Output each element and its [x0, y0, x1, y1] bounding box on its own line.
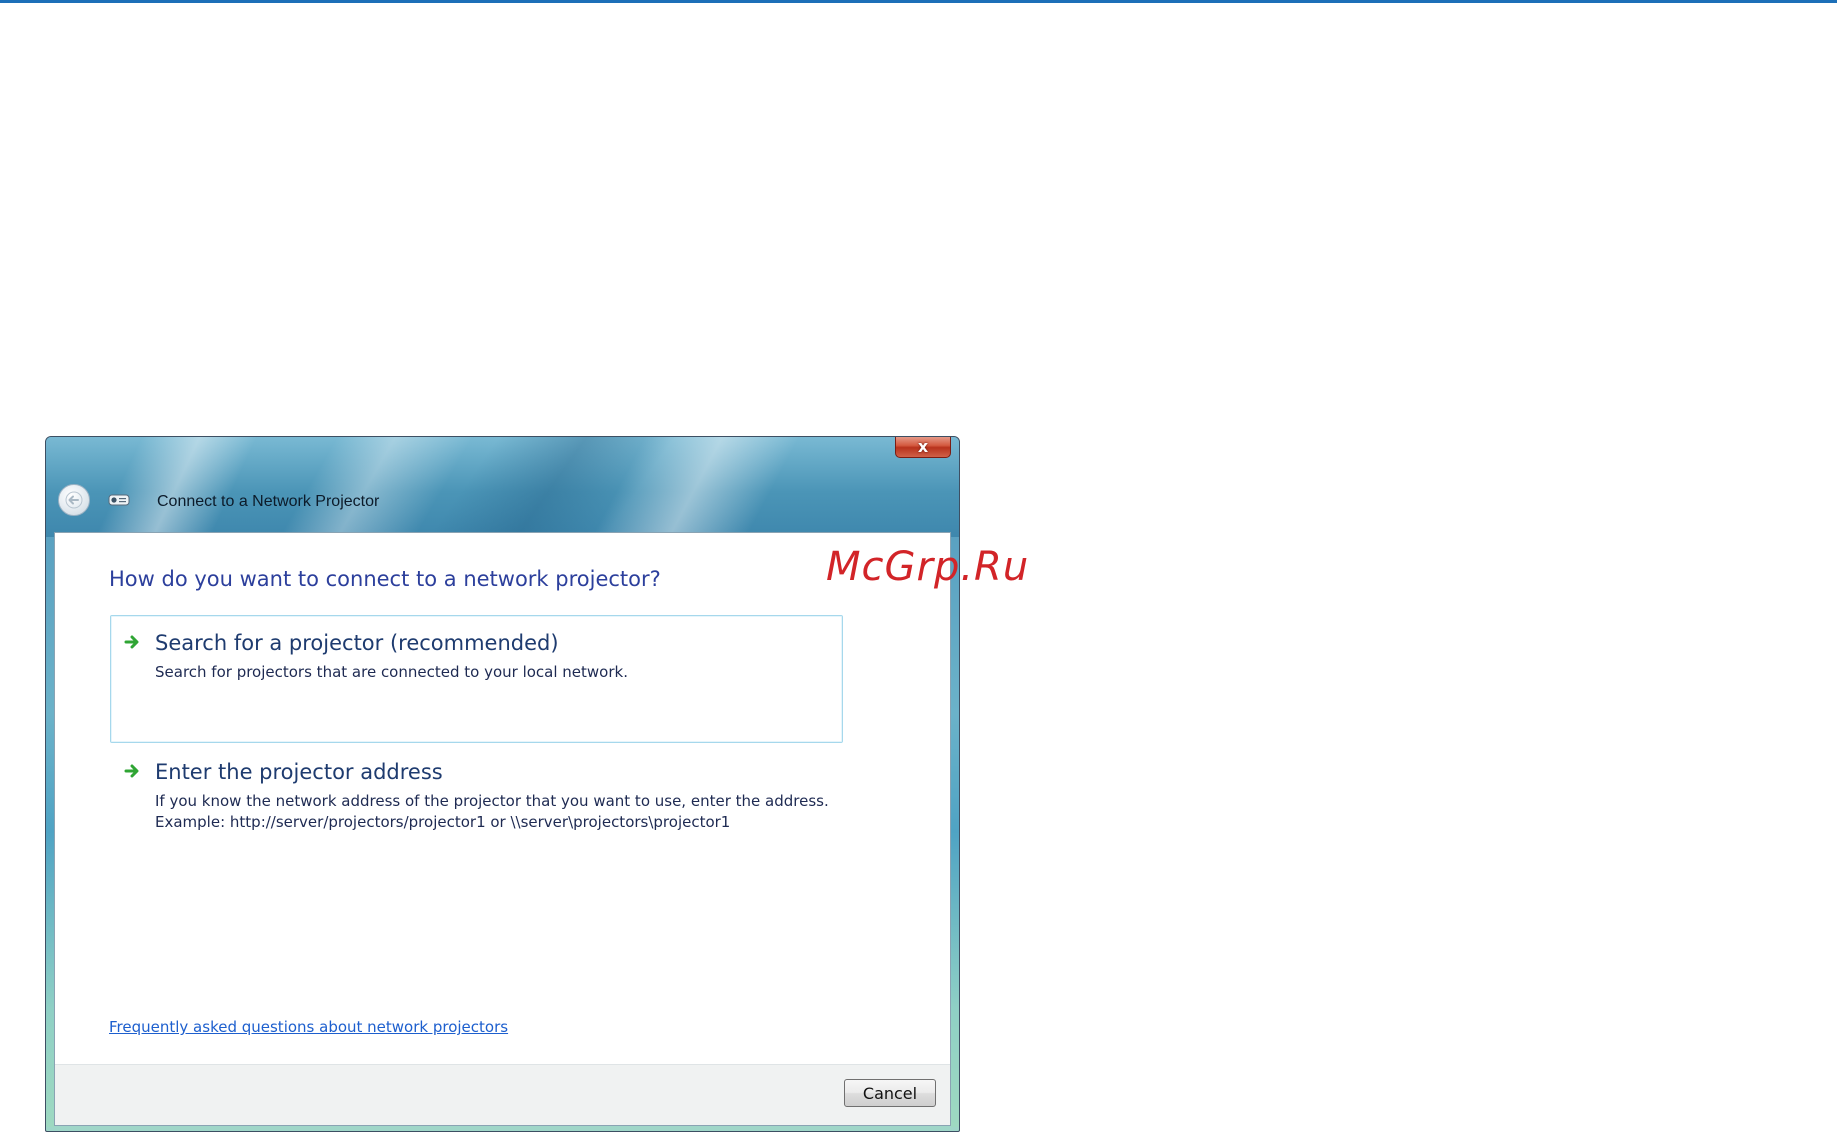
enter-address-title: Enter the projector address [155, 760, 443, 784]
search-projector-option[interactable]: Search for a projector (recommended) Sea… [110, 615, 843, 743]
back-arrow-icon [65, 491, 83, 509]
dialog-content: How do you want to connect to a network … [54, 532, 951, 1126]
back-button[interactable] [58, 484, 90, 516]
enter-address-description: If you know the network address of the p… [155, 791, 829, 833]
close-button[interactable]: x [895, 436, 951, 458]
watermark: McGrp.Ru [826, 544, 1030, 590]
page: x Connect to a Network Projector How do … [0, 0, 1837, 1133]
green-arrow-icon [124, 764, 139, 778]
page-heading: How do you want to connect to a network … [109, 567, 661, 591]
window-chrome [46, 437, 959, 537]
window-frame-left [46, 537, 54, 1127]
projector-icon [108, 494, 130, 506]
cancel-button[interactable]: Cancel [844, 1079, 936, 1107]
window-frame-right [951, 537, 959, 1127]
description-example-line: Example: http://server/projectors/projec… [155, 813, 731, 831]
dialog-footer: Cancel [55, 1064, 950, 1125]
green-arrow-icon [124, 635, 139, 649]
window-title: Connect to a Network Projector [157, 493, 380, 510]
faq-link[interactable]: Frequently asked questions about network… [109, 1018, 508, 1036]
search-projector-title: Search for a projector (recommended) [155, 631, 559, 655]
top-rule [0, 0, 1837, 3]
description-line: Search for projectors that are connected… [155, 663, 628, 681]
dialog-window: x Connect to a Network Projector How do … [45, 436, 960, 1132]
enter-address-option[interactable]: Enter the projector address If you know … [110, 744, 843, 844]
close-icon: x [917, 436, 929, 456]
description-line: If you know the network address of the p… [155, 792, 829, 810]
search-projector-description: Search for projectors that are connected… [155, 662, 628, 683]
